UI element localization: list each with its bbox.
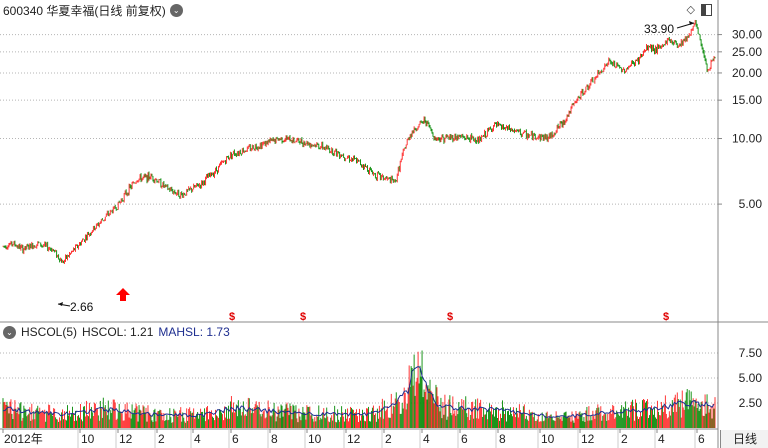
signal-marker: $ [300,311,306,323]
hscol-value: HSCOL: 1.21 [82,325,154,339]
time-tick-label: 10 [308,432,322,446]
time-tick-label: 2 [621,432,628,446]
chevron-down-icon[interactable]: ⌄ [169,3,183,17]
indicator-header: ⌄ HSCOL(5) HSCOL: 1.21 MAHSL: 1.73 [3,324,230,340]
chevron-down-icon[interactable]: ⌄ [3,325,16,339]
time-tick-label: 2012年 [4,432,43,446]
time-tick-label: 12 [119,432,133,446]
low-price-label: 2.66 [70,300,94,314]
price-tick-label: 25.00 [732,45,762,59]
time-tick-label: 8 [271,432,278,446]
panel-toggle-icon[interactable] [701,4,712,16]
time-tick-label: 6 [232,432,239,446]
price-tick-label: 5.00 [739,197,763,211]
time-tick-label: 10 [541,432,555,446]
signal-marker: $ [229,311,235,323]
time-tick-label: 6 [698,432,705,446]
price-tick-label: 10.00 [732,132,762,146]
time-tick-label: 8 [499,432,506,446]
time-tick-label: 4 [423,432,430,446]
chart-title: 600340 华夏幸福(日线 前复权) [3,3,166,18]
price-tick-label: 15.00 [732,93,762,107]
time-tick-label: 6 [461,432,468,446]
chart-header: 600340 华夏幸福(日线 前复权) ⌄ [3,2,183,18]
time-tick-label: 10 [81,432,95,446]
stock-chart-app: 5.00 10.00 15.00 20.00 25.00 30.00 2.50 5.00 7.… [0,0,768,448]
signal-marker: $ [663,311,669,323]
time-axis-labels: 2012年 10 12 2 4 6 8 10 12 2 4 6 8 10 12 2 4 6 [2,429,705,448]
indicator-tick-label: 2.50 [739,396,763,410]
mahsl-line [2,366,715,419]
price-tick-label: 20.00 [732,66,762,80]
diamond-icon[interactable]: ◇ [687,4,695,16]
indicator-bars [2,350,716,428]
period-button[interactable]: 日线 [720,430,768,448]
time-tick-label: 4 [658,432,665,446]
time-tick-label: 12 [347,432,361,446]
price-grid [0,34,722,205]
indicator-tick-label: 5.00 [739,371,763,385]
buy-arrow-icon [116,288,130,301]
low-arrow-head [58,302,63,306]
time-tick-label: 12 [581,432,595,446]
indicator-axis-labels: 2.50 5.00 7.50 [739,346,763,410]
time-tick-label: 4 [194,432,201,446]
indicator-name[interactable]: HSCOL(5) [21,325,77,339]
indicator-grid [0,352,718,404]
signal-marker: $ [447,311,453,323]
indicator-tick-label: 7.50 [739,346,763,360]
chart-toolbar: ◇ [687,4,712,16]
price-axis-labels: 5.00 10.00 15.00 20.00 25.00 30.00 [732,28,762,212]
mahsl-value: MAHSL: 1.73 [158,325,230,339]
time-tick-label: 2 [158,432,165,446]
chart-canvas[interactable]: 5.00 10.00 15.00 20.00 25.00 30.00 2.50 5.00 7.… [0,0,768,448]
time-tick-label: 2 [385,432,392,446]
price-tick-label: 30.00 [732,28,762,42]
candlesticks [2,19,716,264]
high-price-label: 33.90 [644,22,674,36]
signal-markers: $ $ $ $ [229,311,669,323]
